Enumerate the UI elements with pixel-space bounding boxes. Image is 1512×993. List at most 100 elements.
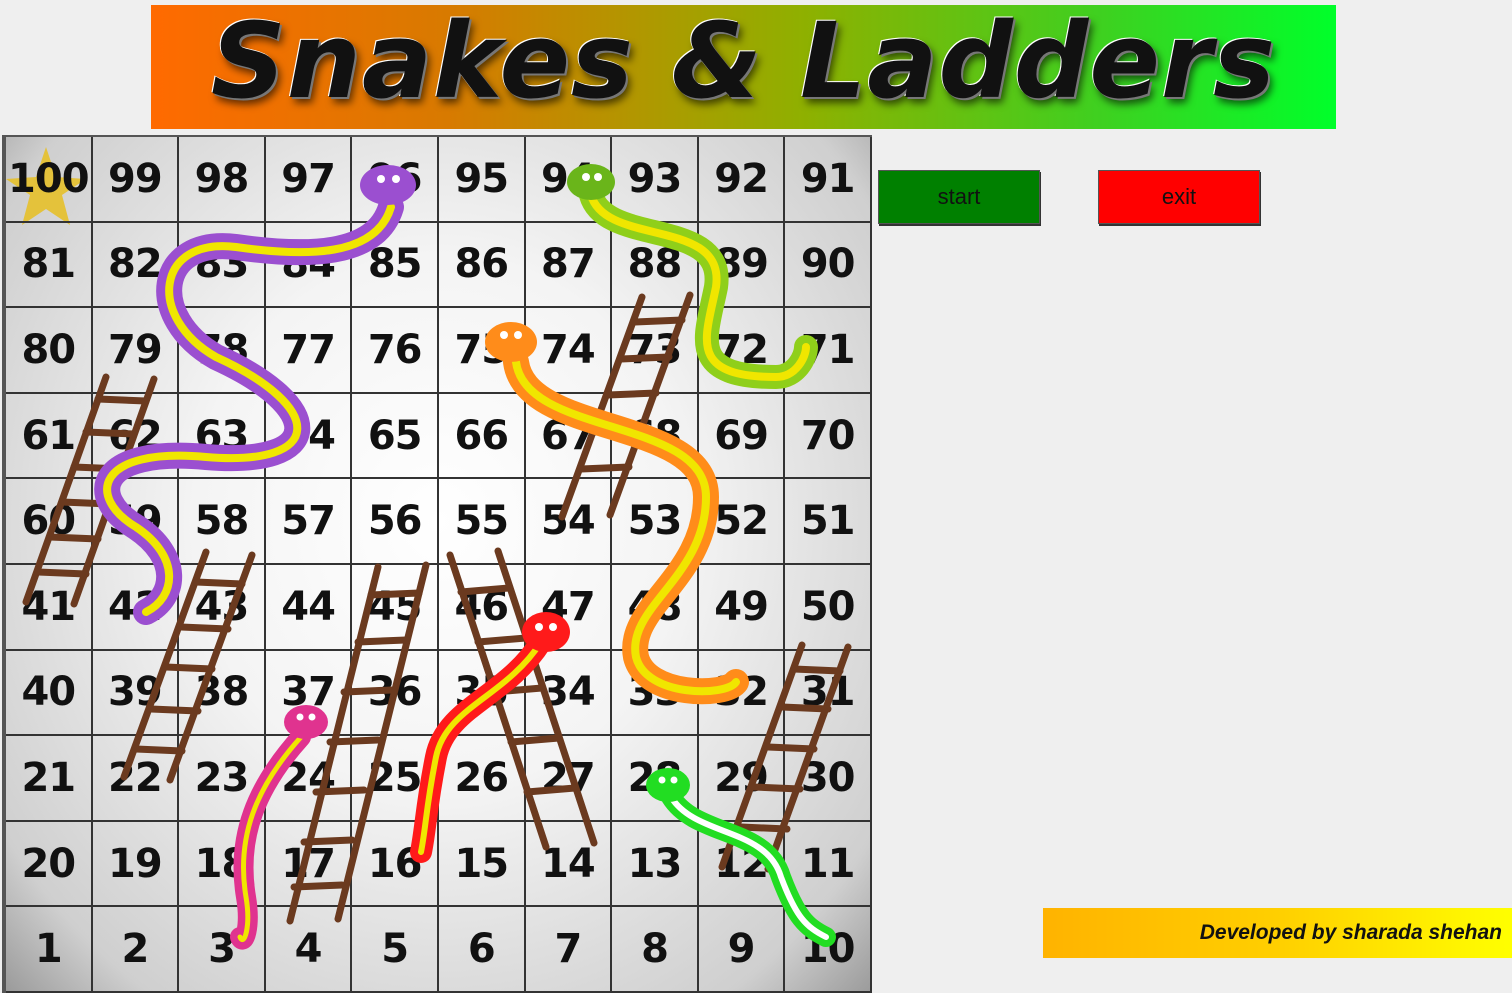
board-cell: 55 xyxy=(438,479,526,565)
board-cell: 7 xyxy=(525,907,613,993)
board-cell: 66 xyxy=(438,393,526,480)
board-grid: 100 99 98 97 96 95 94 93 92 91 81 82 83 84 85 86 87 88 89 9… xyxy=(6,137,872,993)
board-cell: 29 xyxy=(698,736,786,822)
board-cell: 56 xyxy=(352,479,439,565)
board-cell: 46 xyxy=(438,564,526,651)
board-cell: 79 xyxy=(92,308,180,394)
board-cell: 24 xyxy=(265,736,353,822)
board-cell: 48 xyxy=(612,564,699,651)
board-cell: 59 xyxy=(92,479,180,565)
board-cell: 6 xyxy=(438,907,526,993)
board-cell: 95 xyxy=(438,137,526,223)
board-cell: 75 xyxy=(438,308,526,394)
board-cell: 85 xyxy=(352,222,439,309)
board-cell: 39 xyxy=(92,650,180,737)
board-cell: 21 xyxy=(6,736,93,822)
board-cell: 27 xyxy=(525,736,613,822)
board-cell: 18 xyxy=(179,821,266,908)
board-cell: 91 xyxy=(785,137,872,223)
board-cell: 38 xyxy=(179,650,266,737)
board-cell: 100 xyxy=(6,137,93,223)
board-cell: 81 xyxy=(6,222,93,309)
board-cell: 36 xyxy=(352,650,439,737)
board-cell: 10 xyxy=(785,907,872,993)
board-cell: 61 xyxy=(6,393,93,480)
board-cell: 86 xyxy=(438,222,526,309)
board-cell: 60 xyxy=(6,479,93,565)
exit-button[interactable]: exit xyxy=(1098,170,1260,224)
board-cell: 93 xyxy=(612,137,699,223)
board-cell: 8 xyxy=(612,907,699,993)
board-cell: 67 xyxy=(525,393,613,480)
board-cell: 13 xyxy=(612,821,699,908)
board-cell: 12 xyxy=(698,821,786,908)
board-cell: 15 xyxy=(438,821,526,908)
board-cell: 97 xyxy=(265,137,353,223)
board-cell: 92 xyxy=(698,137,786,223)
developer-credit: Developed by sharada shehan xyxy=(1043,908,1512,958)
game-board: 100 99 98 97 96 95 94 93 92 91 81 82 83 84 85 86 87 88 89 9… xyxy=(2,135,872,993)
board-cell: 65 xyxy=(352,393,439,480)
board-cell: 64 xyxy=(265,393,353,480)
board-cell: 45 xyxy=(352,564,439,651)
board-cell: 20 xyxy=(6,821,93,908)
board-cell: 26 xyxy=(438,736,526,822)
board-cell: 50 xyxy=(785,564,872,651)
board-cell: 58 xyxy=(179,479,266,565)
board-cell: 34 xyxy=(525,650,613,737)
board-cell: 5 xyxy=(352,907,439,993)
board-cell: 3 xyxy=(179,907,266,993)
board-cell: 2 xyxy=(92,907,180,993)
board-cell: 57 xyxy=(265,479,353,565)
board-cell: 88 xyxy=(612,222,699,309)
board-cell: 1 xyxy=(6,907,93,993)
board-cell: 17 xyxy=(265,821,353,908)
board-cell: 74 xyxy=(525,308,613,394)
board-cell: 33 xyxy=(612,650,699,737)
board-cell: 70 xyxy=(785,393,872,480)
board-cell: 96 xyxy=(352,137,439,223)
board-cell: 99 xyxy=(92,137,180,223)
board-cell: 28 xyxy=(612,736,699,822)
board-cell: 31 xyxy=(785,650,872,737)
board-cell: 68 xyxy=(612,393,699,480)
board-cell: 25 xyxy=(352,736,439,822)
board-cell: 22 xyxy=(92,736,180,822)
board-cell: 94 xyxy=(525,137,613,223)
board-cell: 11 xyxy=(785,821,872,908)
board-cell: 49 xyxy=(698,564,786,651)
board-cell: 69 xyxy=(698,393,786,480)
board-cell: 73 xyxy=(612,308,699,394)
board-cell: 63 xyxy=(179,393,266,480)
board-cell: 80 xyxy=(6,308,93,394)
board-cell: 44 xyxy=(265,564,353,651)
board-cell: 72 xyxy=(698,308,786,394)
board-cell: 32 xyxy=(698,650,786,737)
board-cell: 4 xyxy=(265,907,353,993)
board-cell: 98 xyxy=(179,137,266,223)
board-cell: 82 xyxy=(92,222,180,309)
board-cell: 35 xyxy=(438,650,526,737)
board-cell: 37 xyxy=(265,650,353,737)
game-title: Snakes & Ladders xyxy=(210,0,1277,122)
board-cell: 87 xyxy=(525,222,613,309)
title-banner: Snakes & Ladders xyxy=(151,0,1336,129)
board-cell: 23 xyxy=(179,736,266,822)
board-cell: 90 xyxy=(785,222,872,309)
board-cell: 14 xyxy=(525,821,613,908)
board-cell: 41 xyxy=(6,564,93,651)
board-cell: 83 xyxy=(179,222,266,309)
start-button[interactable]: start xyxy=(878,170,1040,224)
board-cell: 77 xyxy=(265,308,353,394)
board-cell: 47 xyxy=(525,564,613,651)
board-cell: 53 xyxy=(612,479,699,565)
board-cell: 40 xyxy=(6,650,93,737)
board-cell: 54 xyxy=(525,479,613,565)
board-cell: 76 xyxy=(352,308,439,394)
board-cell: 43 xyxy=(179,564,266,651)
board-cell: 84 xyxy=(265,222,353,309)
board-cell: 71 xyxy=(785,308,872,394)
board-cell: 9 xyxy=(698,907,786,993)
board-cell: 42 xyxy=(92,564,180,651)
board-cell: 78 xyxy=(179,308,266,394)
